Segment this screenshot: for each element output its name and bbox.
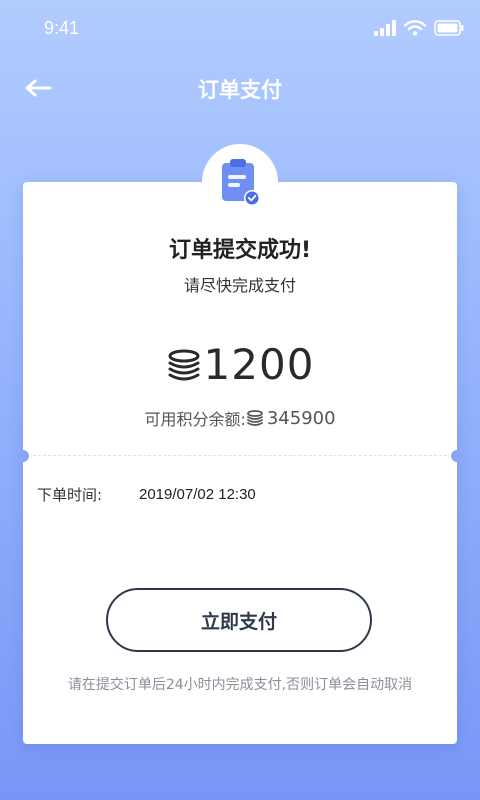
order-icon-badge [202,144,278,220]
ticket-notch-right [451,450,463,462]
payment-notice: 请在提交订单后24小时内完成支付,否则订单会自动取消 [67,677,413,693]
battery-icon [434,20,464,36]
amount-row: 1200 [23,340,457,389]
status-bar: 9:41 [0,0,480,56]
wifi-icon [404,20,426,36]
order-time-value: 2019/07/02 12:30 [139,486,256,503]
dashed-divider [33,455,447,456]
signal-icon [374,20,396,36]
balance-row: 可用积分余额: 345900 [23,406,457,430]
pay-now-button[interactable]: 立即支付 [106,588,372,652]
page-title: 订单支付 [198,78,282,102]
balance-label: 可用积分余额: [144,410,246,429]
order-time-label: 下单时间: [37,486,103,504]
header: 订单支付 [0,64,480,112]
balance-value: 345900 [266,407,336,429]
order-card: 订单提交成功! 请尽快完成支付 1200 可用积分余额: 345900 下单时间… [17,182,463,744]
clipboard-check-icon [222,159,260,206]
coin-stack-icon [168,349,200,380]
ticket-notch-left [17,450,29,462]
success-title: 订单提交成功! [168,238,312,263]
status-time: 9:41 [44,18,80,38]
payment-amount: 1200 [203,340,315,389]
order-time-row: 下单时间: 2019/07/02 12:30 [37,484,256,505]
success-subtitle: 请尽快完成支付 [183,276,296,295]
status-icons [374,18,464,38]
coin-stack-small-icon [246,410,263,426]
